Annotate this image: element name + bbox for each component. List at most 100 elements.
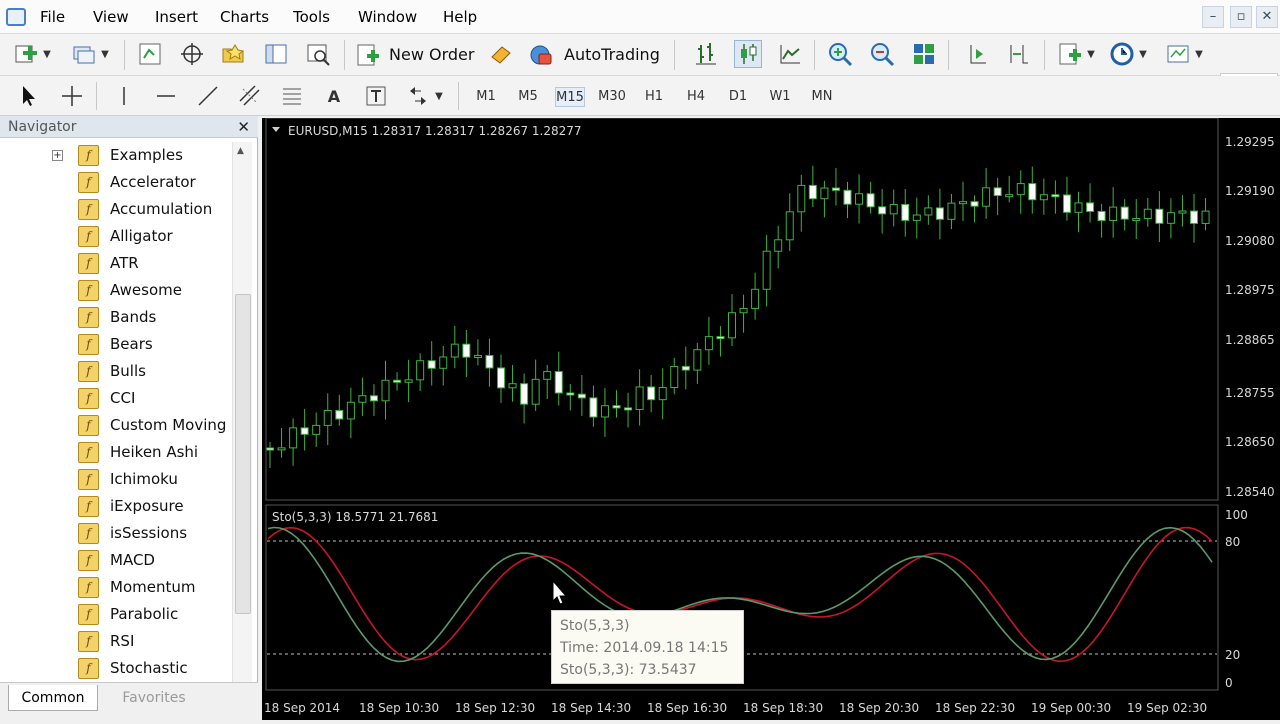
navigator-folder-icon[interactable] — [220, 40, 248, 68]
timeframe-m1[interactable]: M1 — [471, 87, 501, 107]
candle-body — [658, 386, 667, 401]
timeframe-d1[interactable]: D1 — [723, 87, 753, 107]
timeframe-w1[interactable]: W1 — [765, 87, 795, 107]
chart-menu-icon[interactable] — [272, 127, 280, 132]
timeframe-mn[interactable]: MN — [807, 87, 837, 107]
navigator-item[interactable]: f Parabolic — [0, 601, 232, 628]
navigator-item[interactable]: f CCI — [0, 385, 232, 412]
navigator-item[interactable]: f Awesome — [0, 277, 232, 304]
chevron-down-icon[interactable]: ▼ — [432, 82, 446, 110]
navigator-item-label: Bands — [110, 308, 157, 326]
timeframe-m15[interactable]: M15 — [555, 87, 585, 107]
zoom-in-icon[interactable] — [826, 40, 854, 68]
time-tick-label: 18 Sep 16:30 — [647, 701, 727, 715]
candlestick-icon[interactable] — [734, 40, 762, 68]
timeframe-m30[interactable]: M30 — [597, 87, 627, 107]
menu-view[interactable]: View — [93, 8, 129, 26]
navigator-scrollbar[interactable]: ▲ ▼ — [232, 142, 252, 702]
candle-body — [1016, 183, 1025, 196]
navigator-item[interactable]: f Bands — [0, 304, 232, 331]
menu-insert[interactable]: Insert — [155, 8, 198, 26]
menu-window[interactable]: Window — [358, 8, 417, 26]
templates-icon[interactable] — [1164, 40, 1192, 68]
candle-body — [1074, 202, 1083, 213]
scroll-up-icon[interactable]: ▲ — [237, 146, 244, 156]
navigator-item[interactable]: f Heiken Ashi — [0, 439, 232, 466]
candle-body — [1062, 194, 1071, 213]
arrows-icon[interactable] — [404, 82, 432, 110]
equidistant-channel-icon[interactable] — [236, 82, 264, 110]
chevron-down-icon[interactable]: ▼ — [1136, 40, 1150, 68]
navigator-item-label: Accelerator — [110, 173, 196, 191]
candle-body — [808, 184, 817, 200]
autotrading-button[interactable]: AutoTrading — [526, 40, 666, 70]
periodicity-clock-icon[interactable] — [1108, 40, 1136, 68]
navigator-item[interactable]: f Bears — [0, 331, 232, 358]
fibonacci-retracement-icon[interactable] — [278, 82, 306, 110]
candle-body — [335, 410, 344, 420]
navigator-item[interactable]: f Custom Moving — [0, 412, 232, 439]
tab-favorites[interactable]: Favorites — [106, 685, 202, 711]
tab-common[interactable]: Common — [8, 685, 98, 711]
terminal-window-icon[interactable] — [262, 40, 290, 68]
crosshair-icon[interactable] — [58, 82, 86, 110]
navigator-item[interactable]: f iExposure — [0, 493, 232, 520]
timeframe-h4[interactable]: H4 — [681, 87, 711, 107]
app-icon[interactable] — [6, 8, 26, 26]
navigator-item[interactable]: f Accelerator — [0, 169, 232, 196]
navigator-item[interactable]: + f Examples — [0, 142, 232, 169]
close-button[interactable]: ✕ — [1256, 6, 1278, 28]
vertical-line-icon[interactable] — [110, 82, 138, 110]
candle-body — [577, 393, 586, 399]
close-icon[interactable]: ✕ — [237, 116, 250, 138]
menu-tools[interactable]: Tools — [293, 8, 330, 26]
navigator-item[interactable]: f Momentum — [0, 574, 232, 601]
new-order-button[interactable]: New Order — [354, 40, 478, 70]
navigator-item[interactable]: f ATR — [0, 250, 232, 277]
navigator-item[interactable]: f Ichimoku — [0, 466, 232, 493]
expand-icon[interactable]: + — [52, 150, 63, 161]
tile-windows-icon[interactable] — [910, 40, 938, 68]
chart-window[interactable]: EURUSD,M15 1.28317 1.28317 1.28267 1.282… — [262, 117, 1280, 720]
text-label-icon[interactable] — [362, 82, 390, 110]
metaeditor-icon[interactable] — [487, 40, 515, 68]
market-watch-icon[interactable] — [136, 40, 164, 68]
horizontal-line-icon[interactable] — [152, 82, 180, 110]
zoom-out-icon[interactable] — [868, 40, 896, 68]
chevron-down-icon[interactable]: ▼ — [1084, 40, 1098, 68]
crosshair-data-icon[interactable] — [178, 40, 206, 68]
cursor-arrow-icon[interactable] — [14, 82, 42, 110]
menu-help[interactable]: Help — [443, 8, 477, 26]
mouse-cursor-icon — [552, 579, 568, 605]
indicators-list-icon[interactable] — [1056, 40, 1084, 68]
timeframe-m5[interactable]: M5 — [513, 87, 543, 107]
restore-button[interactable]: ▫ — [1230, 6, 1252, 28]
chevron-down-icon[interactable]: ▼ — [98, 40, 112, 68]
navigator-item-label: Alligator — [110, 227, 173, 245]
candle-body — [508, 383, 517, 389]
navigator-item[interactable]: f MACD — [0, 547, 232, 574]
navigator-item[interactable]: f Stochastic — [0, 655, 232, 682]
chart-shift-icon[interactable] — [962, 40, 990, 68]
strategy-tester-icon[interactable] — [304, 40, 332, 68]
timeframe-h1[interactable]: H1 — [639, 87, 669, 107]
chevron-down-icon[interactable]: ▼ — [1192, 40, 1206, 68]
navigator-item[interactable]: f Accumulation — [0, 196, 232, 223]
navigator-item[interactable]: f isSessions — [0, 520, 232, 547]
profiles-icon[interactable] — [70, 40, 98, 68]
navigator-item[interactable]: f Alligator — [0, 223, 232, 250]
navigator-item[interactable]: f Bulls — [0, 358, 232, 385]
bar-chart-icon[interactable] — [692, 40, 720, 68]
price-chart-svg[interactable]: EURUSD,M15 1.28317 1.28317 1.28267 1.282… — [262, 117, 1280, 720]
auto-scroll-icon[interactable] — [1004, 40, 1032, 68]
menu-file[interactable]: File — [40, 8, 65, 26]
new-chart-icon[interactable] — [12, 40, 40, 68]
scrollbar-thumb[interactable] — [235, 294, 251, 614]
minimize-button[interactable]: – — [1202, 6, 1224, 28]
menu-charts[interactable]: Charts — [220, 8, 269, 26]
chevron-down-icon[interactable]: ▼ — [40, 40, 54, 68]
navigator-item[interactable]: f RSI — [0, 628, 232, 655]
trendline-icon[interactable] — [194, 82, 222, 110]
text-tool-icon[interactable]: A — [320, 82, 348, 110]
line-chart-icon[interactable] — [776, 40, 804, 68]
